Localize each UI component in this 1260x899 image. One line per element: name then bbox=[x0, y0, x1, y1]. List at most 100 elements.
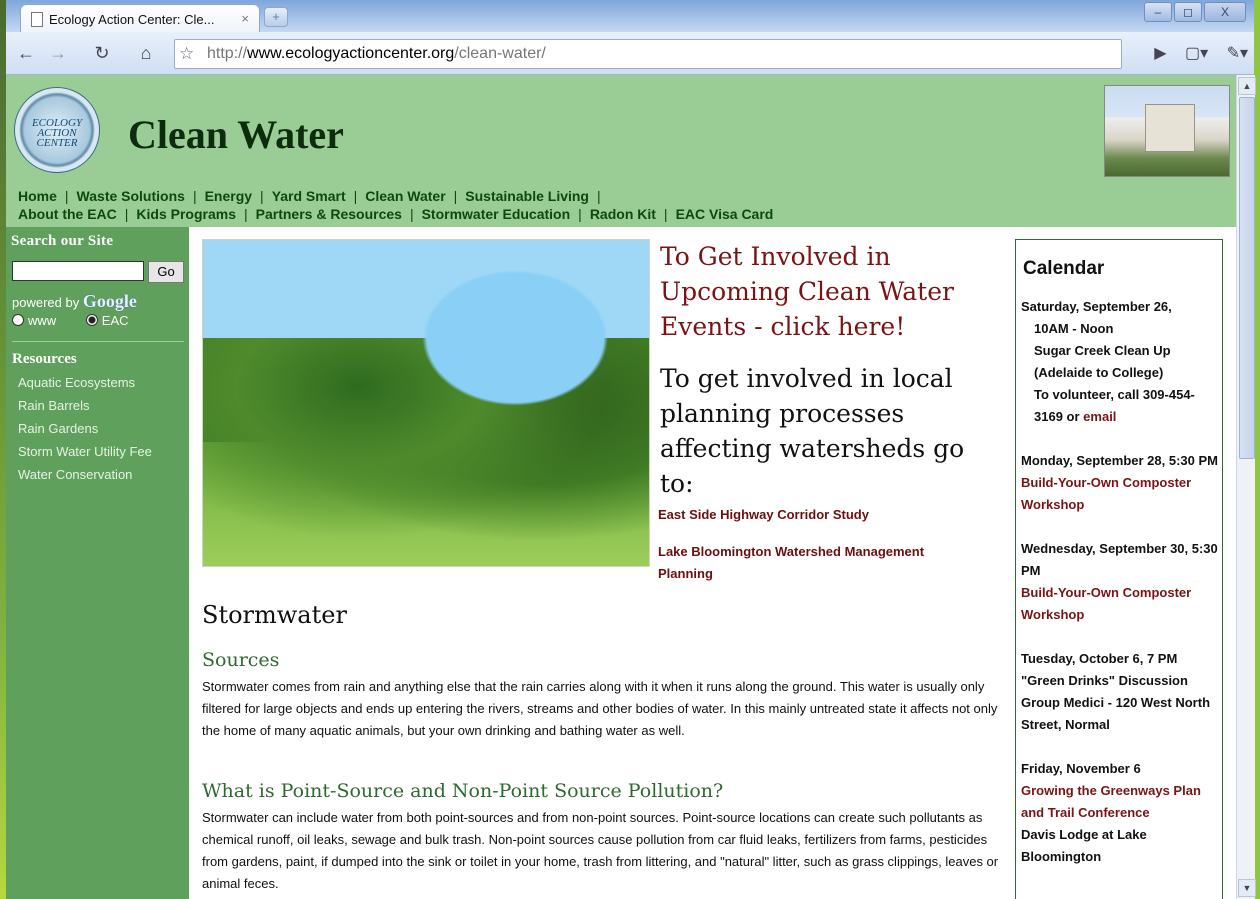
nav-separator: | bbox=[64, 188, 69, 204]
radio-eac-dot[interactable] bbox=[85, 314, 98, 326]
sources-paragraph: Stormwater comes from rain and anything … bbox=[202, 679, 998, 738]
sources-heading: Sources bbox=[202, 649, 280, 671]
home-icon[interactable]: ⌂ bbox=[134, 41, 158, 65]
nav-separator: | bbox=[663, 206, 668, 222]
url-path: /clean-water/ bbox=[454, 45, 546, 62]
powered-by-label: powered by bbox=[12, 295, 80, 310]
event-date: Tuesday, October 6, 7 PM bbox=[1021, 651, 1178, 666]
google-logo: Google bbox=[82, 291, 137, 311]
resource-link[interactable]: Aquatic Ecosystems bbox=[18, 375, 152, 398]
stormwater-heading: Stormwater bbox=[202, 601, 347, 629]
page-icon bbox=[31, 12, 43, 27]
nav-link[interactable]: Home bbox=[18, 188, 57, 204]
wrench-menu-icon[interactable]: ✎▾ bbox=[1227, 45, 1248, 62]
search-heading: Search our Site bbox=[11, 233, 114, 249]
lake-bloomington-link[interactable]: Lake Bloomington Watershed Management Pl… bbox=[658, 541, 978, 585]
page-title: Clean Water bbox=[128, 112, 344, 157]
go-button[interactable]: Go bbox=[148, 261, 184, 283]
nav-link[interactable]: Clean Water bbox=[365, 188, 445, 204]
nav-separator: | bbox=[578, 206, 582, 222]
site-header: ECOLOGY ACTION CENTER Clean Water Home | W… bbox=[6, 75, 1236, 227]
nav-separator: | bbox=[192, 188, 197, 204]
reload-icon[interactable]: ↻ bbox=[90, 41, 114, 65]
event-title: Sugar Creek Clean Up (Adelaide to Colleg… bbox=[1034, 343, 1171, 380]
highway-study-link[interactable]: East Side Highway Corridor Study bbox=[658, 507, 869, 522]
powered-by-google: powered by Google bbox=[12, 291, 137, 312]
event-detail: "Green Drinks" Discussion Group Medici -… bbox=[1021, 673, 1211, 732]
close-window-button[interactable]: X bbox=[1204, 2, 1246, 22]
radio-www-label: www bbox=[28, 313, 57, 328]
new-tab-button[interactable]: + bbox=[264, 7, 288, 27]
resource-link[interactable]: Rain Barrels bbox=[18, 398, 152, 421]
sidebar: Search our Site Go powered by Google www… bbox=[6, 227, 189, 899]
event-time: 10AM - Noon bbox=[1034, 321, 1114, 336]
calendar-event: Saturday, September 26, 10AM - Noon Suga… bbox=[1021, 296, 1221, 428]
pollution-paragraph: Stormwater can include water from both p… bbox=[202, 810, 999, 891]
radio-eac[interactable]: EAC bbox=[85, 313, 129, 328]
url-text[interactable]: http://www.ecologyactioncenter.org/clean… bbox=[207, 45, 546, 63]
nav-link[interactable]: Energy bbox=[205, 188, 252, 204]
browser-toolbar: ← → ↻ ⌂ ☆ http://www.ecologyactioncenter… bbox=[6, 32, 1254, 75]
scroll-thumb[interactable] bbox=[1239, 97, 1255, 459]
resource-link[interactable]: Water Conservation bbox=[18, 467, 152, 490]
tab-close-icon[interactable]: × bbox=[241, 11, 249, 26]
search-input[interactable] bbox=[12, 261, 144, 281]
event-date: Saturday, September 26, bbox=[1021, 299, 1172, 314]
calendar-event: Friday, November 6 Growing the Greenways… bbox=[1021, 758, 1221, 868]
nav-link[interactable]: Yard Smart bbox=[272, 188, 346, 204]
nav-link[interactable]: Kids Programs bbox=[136, 206, 236, 222]
nav-separator: | bbox=[453, 188, 458, 204]
nav-link[interactable]: Waste Solutions bbox=[77, 188, 185, 204]
forward-arrow-icon[interactable]: → bbox=[46, 41, 70, 65]
browser-window: Ecology Action Center: Cle... × + – ◻ X ← … bbox=[6, 0, 1256, 899]
browser-tools: ▶ ▢▾ ✎▾ bbox=[1140, 43, 1248, 63]
page-menu-icon[interactable]: ▢▾ bbox=[1185, 45, 1208, 62]
radio-www[interactable]: www bbox=[12, 313, 56, 328]
calendar-title: Calendar bbox=[1023, 258, 1105, 279]
nav-link[interactable]: Radon Kit bbox=[590, 206, 656, 222]
minimize-button[interactable]: – bbox=[1144, 2, 1172, 22]
event-link[interactable]: Build-Your-Own Composter Workshop bbox=[1021, 472, 1221, 516]
play-icon[interactable]: ▶ bbox=[1154, 45, 1166, 62]
bookmark-star-icon[interactable]: ☆ bbox=[179, 44, 194, 64]
event-link[interactable]: Build-Your-Own Composter Workshop bbox=[1021, 582, 1221, 626]
calendar-event: Tuesday, October 6, 7 PM "Green Drinks" … bbox=[1021, 648, 1221, 736]
nav-separator: | bbox=[124, 206, 129, 222]
nav-separator: | bbox=[409, 206, 414, 222]
nav-link[interactable]: Sustainable Living bbox=[465, 188, 589, 204]
scroll-up-icon[interactable]: ▲ bbox=[1238, 77, 1256, 95]
page-viewport: ECOLOGY ACTION CENTER Clean Water Home | W… bbox=[6, 75, 1236, 899]
sidebar-divider bbox=[12, 341, 184, 342]
vertical-scrollbar[interactable]: ▲ ▼ bbox=[1236, 75, 1256, 899]
calendar-event: Wednesday, September 30, 5:30 PM Build-Y… bbox=[1021, 538, 1221, 626]
search-scope: www EAC bbox=[12, 313, 129, 328]
browser-tab[interactable]: Ecology Action Center: Cle... × bbox=[20, 4, 260, 33]
event-detail: To volunteer, call 309-454-3169 or email bbox=[1021, 384, 1221, 428]
eac-logo[interactable]: ECOLOGY ACTION CENTER bbox=[14, 87, 100, 173]
nav-link[interactable]: Stormwater Education bbox=[422, 206, 571, 222]
nav-link[interactable]: EAC Visa Card bbox=[676, 206, 774, 222]
nav-link[interactable]: Partners & Resources bbox=[256, 206, 402, 222]
logo-text: ECOLOGY ACTION CENTER bbox=[31, 117, 83, 149]
event-link[interactable]: Growing the Greenways Plan and Trail Con… bbox=[1021, 780, 1221, 824]
scroll-down-icon[interactable]: ▼ bbox=[1238, 879, 1256, 897]
window-controls: – ◻ X bbox=[1142, 2, 1246, 22]
building-photo bbox=[1104, 85, 1230, 177]
top-navigation: Home | Waste Solutions | Energy | Yard Smart | C… bbox=[18, 187, 773, 223]
stream-photo bbox=[202, 239, 650, 567]
planning-heading: To get involved in local planning proces… bbox=[660, 364, 965, 498]
radio-www-dot[interactable] bbox=[12, 314, 24, 326]
email-link[interactable]: email bbox=[1083, 409, 1116, 424]
title-bar: Ecology Action Center: Cle... × + – ◻ X bbox=[6, 0, 1254, 33]
events-link[interactable]: To Get Involved in Upcoming Clean Water … bbox=[660, 239, 1000, 344]
back-arrow-icon[interactable]: ← bbox=[14, 41, 38, 65]
nav-link[interactable]: About the EAC bbox=[18, 206, 117, 222]
event-date: Wednesday, September 30, 5:30 PM bbox=[1021, 541, 1218, 578]
resource-link[interactable]: Storm Water Utility Fee bbox=[18, 444, 152, 467]
maximize-button[interactable]: ◻ bbox=[1174, 2, 1202, 22]
resources-heading: Resources bbox=[12, 351, 77, 367]
resource-link[interactable]: Rain Gardens bbox=[18, 421, 152, 444]
address-bar[interactable]: ☆ http://www.ecologyactioncenter.org/cle… bbox=[174, 39, 1122, 69]
nav-separator: | bbox=[244, 206, 248, 222]
calendar-event: Monday, September 28, 5:30 PM Build-Your… bbox=[1021, 450, 1221, 516]
